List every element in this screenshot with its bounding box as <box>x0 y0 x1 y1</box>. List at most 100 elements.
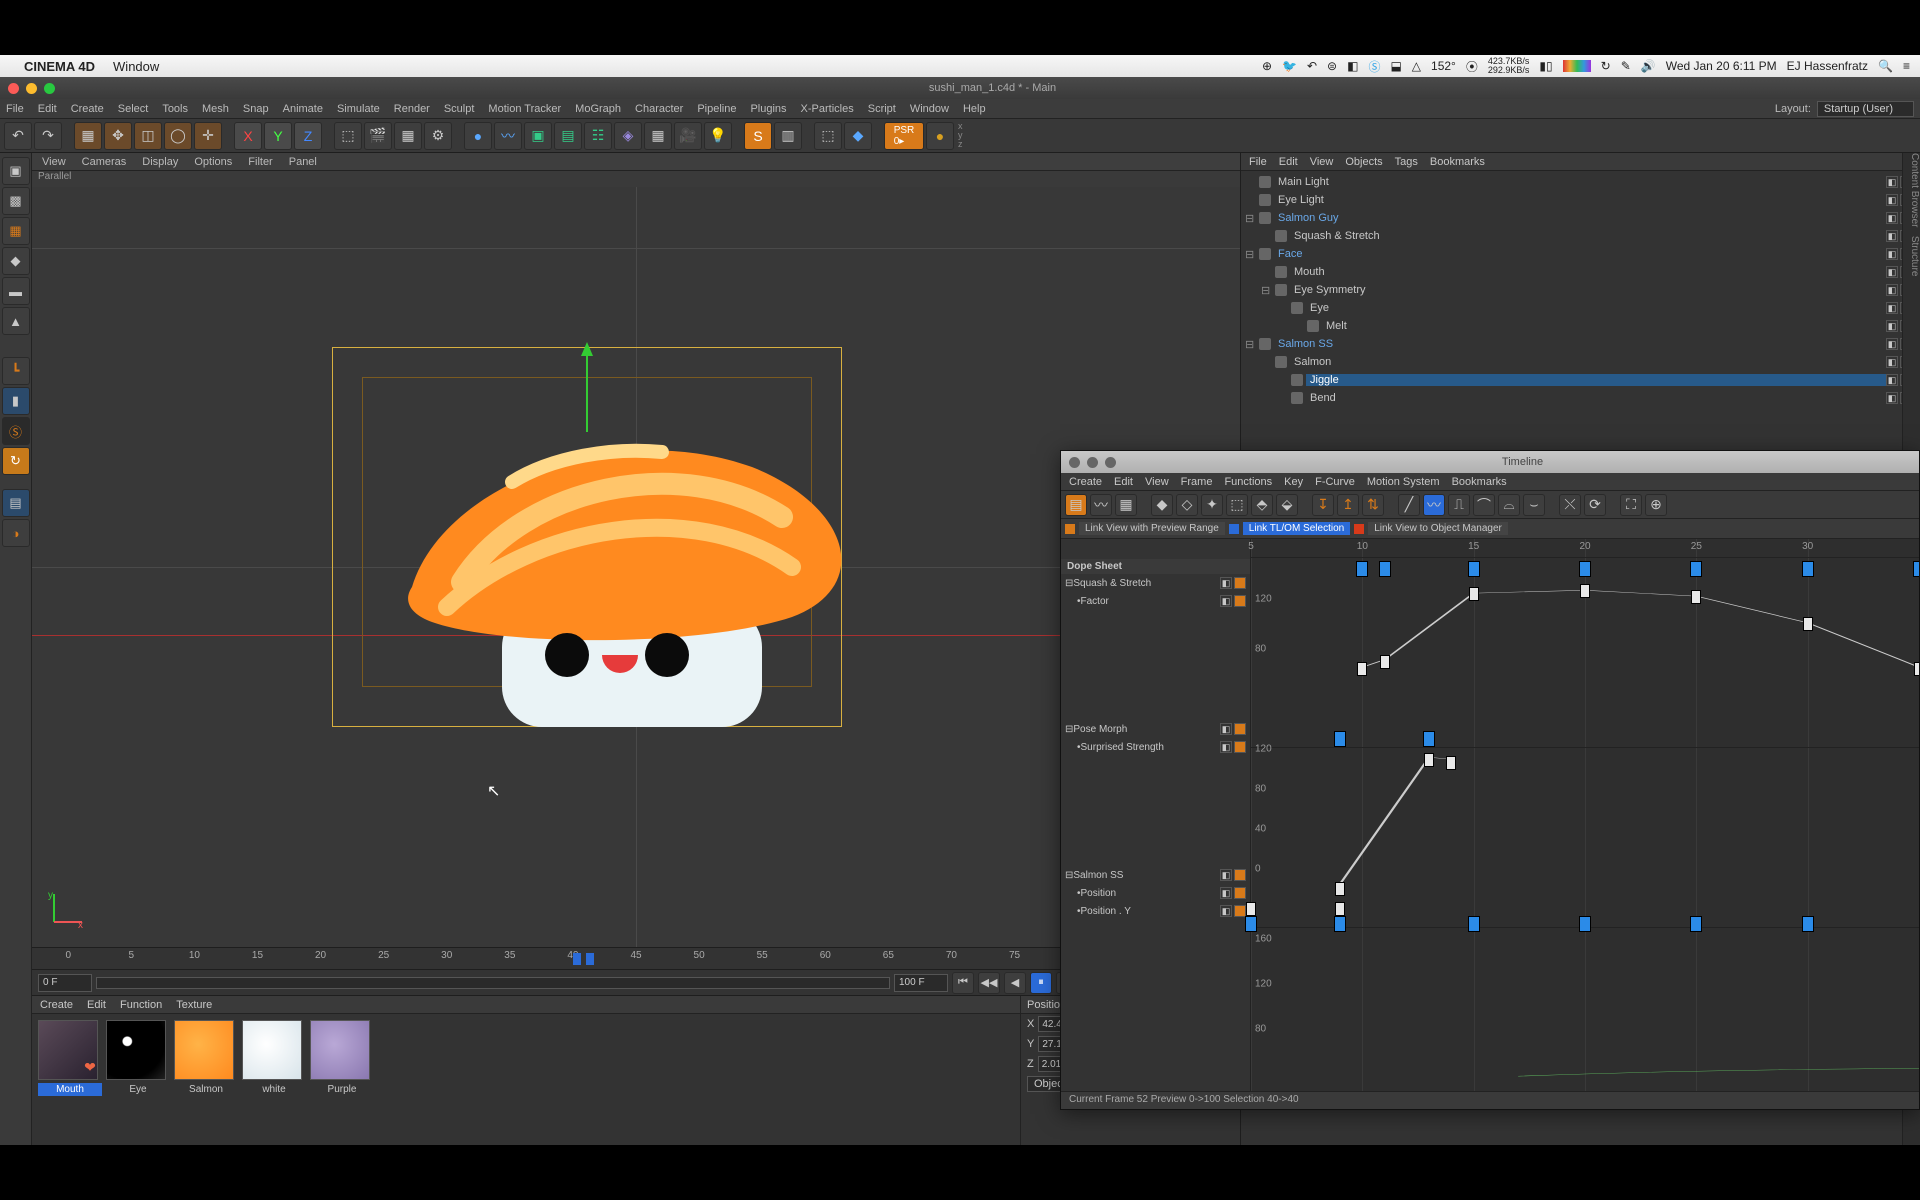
menu-snap[interactable]: Snap <box>243 103 269 115</box>
fcurve-mode[interactable]: 〰 <box>1090 494 1112 516</box>
material-swatch[interactable]: Purple <box>310 1020 374 1139</box>
primitive-sphere[interactable]: ● <box>464 122 492 150</box>
reset-psr[interactable]: ● <box>926 122 954 150</box>
material-swatch[interactable]: Salmon <box>174 1020 238 1139</box>
auto-tangent[interactable]: ⟳ <box>1584 494 1606 516</box>
menu-pipeline[interactable]: Pipeline <box>697 103 736 115</box>
key-tool[interactable]: ◆ <box>1151 494 1173 516</box>
ruler-key[interactable] <box>573 953 581 965</box>
keyframe[interactable] <box>1802 916 1814 932</box>
om-edit[interactable]: Edit <box>1279 156 1298 168</box>
object-row[interactable]: ⊟Eye Symmetry◧✓ <box>1245 281 1916 299</box>
texture-mode[interactable]: ▩ <box>2 187 30 215</box>
menu-motiontracker[interactable]: Motion Tracker <box>488 103 561 115</box>
workplane[interactable]: ◆ <box>844 122 872 150</box>
curve-key[interactable] <box>1380 655 1390 669</box>
material-swatch[interactable]: white <box>242 1020 306 1139</box>
object-row[interactable]: Melt◧✓ <box>1245 317 1916 335</box>
deformer[interactable]: ◈ <box>614 122 642 150</box>
polygon-mode[interactable]: ▲ <box>2 307 30 335</box>
om-bookmarks[interactable]: Bookmarks <box>1430 156 1485 168</box>
om-objects[interactable]: Objects <box>1345 156 1382 168</box>
material-swatch[interactable]: Eye <box>106 1020 170 1139</box>
interp-ease[interactable]: ⌒ <box>1473 494 1495 516</box>
om-tags[interactable]: Tags <box>1395 156 1418 168</box>
interp-ease[interactable]: ⌓ <box>1498 494 1520 516</box>
minimize-icon[interactable] <box>1087 457 1098 468</box>
vp-menu-panel[interactable]: Panel <box>289 156 317 168</box>
motion-mode[interactable]: ▦ <box>1115 494 1137 516</box>
keyframe[interactable] <box>1379 561 1391 577</box>
locked[interactable]: ◑ <box>2 519 30 547</box>
axis-z-toggle[interactable]: Z <box>294 122 322 150</box>
psr-button[interactable]: PSR0▸ <box>884 122 924 150</box>
interp-linear[interactable]: ╱ <box>1398 494 1420 516</box>
mat-menu-function[interactable]: Function <box>120 999 162 1011</box>
menu-animate[interactable]: Animate <box>283 103 323 115</box>
menu-plugins[interactable]: Plugins <box>750 103 786 115</box>
curve-key[interactable] <box>1446 756 1456 770</box>
break-tangent[interactable]: ⤬ <box>1559 494 1581 516</box>
menu-edit[interactable]: Edit <box>38 103 57 115</box>
track-row[interactable]: ⊟ Squash & Stretch◧ <box>1061 574 1250 592</box>
keyframe[interactable] <box>1335 902 1345 916</box>
menu-simulate[interactable]: Simulate <box>337 103 380 115</box>
tangent-tool[interactable]: ↧ <box>1312 494 1334 516</box>
layout-dropdown[interactable]: Startup (User) <box>1817 101 1914 117</box>
scale-tool[interactable]: ◫ <box>134 122 162 150</box>
object-row[interactable]: Bend◧✓ <box>1245 389 1916 407</box>
menu-file[interactable]: File <box>6 103 24 115</box>
object-row[interactable]: Mouth◧✕ <box>1245 263 1916 281</box>
keyframe[interactable] <box>1356 561 1368 577</box>
keyframe[interactable] <box>1802 561 1814 577</box>
close-icon[interactable] <box>8 83 19 94</box>
dopesheet-mode[interactable]: ▤ <box>1065 494 1087 516</box>
tangent-tool[interactable]: ↥ <box>1337 494 1359 516</box>
track-row[interactable]: • Position◧ <box>1061 884 1250 902</box>
link-preview[interactable]: Link View with Preview Range <box>1079 522 1225 535</box>
spotlight-icon[interactable]: 🔍 <box>1878 59 1893 73</box>
key-tool[interactable]: ◇ <box>1176 494 1198 516</box>
keyframe[interactable] <box>1468 916 1480 932</box>
curve-key[interactable] <box>1357 662 1367 676</box>
tangent-tool[interactable]: ⇅ <box>1362 494 1384 516</box>
range-slider[interactable] <box>96 977 890 989</box>
interp-ease[interactable]: ⌣ <box>1523 494 1545 516</box>
menu-select[interactable]: Select <box>118 103 149 115</box>
track-row[interactable]: • Surprised Strength◧ <box>1061 738 1250 756</box>
link-om[interactable]: Link View to Object Manager <box>1368 522 1508 535</box>
keyframe[interactable] <box>1334 731 1346 747</box>
keyframe[interactable] <box>1913 561 1919 577</box>
curve-key[interactable] <box>1424 753 1434 767</box>
minimize-icon[interactable] <box>26 83 37 94</box>
coord-system[interactable]: ⬚ <box>334 122 362 150</box>
object-row[interactable]: ⊟Salmon Guy◧✓ <box>1245 209 1916 227</box>
xp-emitter[interactable]: ▥ <box>774 122 802 150</box>
frame-end-field[interactable] <box>894 974 948 992</box>
vp-menu-options[interactable]: Options <box>194 156 232 168</box>
object-row[interactable]: ⊟Face◧✓ <box>1245 245 1916 263</box>
tl-menu-edit[interactable]: Edit <box>1114 476 1133 488</box>
track-row[interactable]: • Position . Y◧ <box>1061 902 1250 920</box>
timeline-ruler[interactable]: 051015202530354045505560657075808590 <box>32 947 1240 969</box>
keyframe[interactable] <box>1690 561 1702 577</box>
vp-menu-cameras[interactable]: Cameras <box>82 156 127 168</box>
user-name[interactable]: EJ Hassenfratz <box>1787 59 1868 73</box>
last-tool[interactable]: ✛ <box>194 122 222 150</box>
undo-button[interactable]: ↶ <box>4 122 32 150</box>
ruler-key[interactable] <box>586 953 594 965</box>
environment[interactable]: ▦ <box>644 122 672 150</box>
object-row[interactable]: Jiggle◧✓ <box>1245 371 1916 389</box>
keyframe[interactable] <box>1245 916 1257 932</box>
tl-menu-key[interactable]: Key <box>1284 476 1303 488</box>
menu-mograph[interactable]: MoGraph <box>575 103 621 115</box>
om-view[interactable]: View <box>1310 156 1334 168</box>
key-tool[interactable]: ⬙ <box>1276 494 1298 516</box>
select-tool[interactable]: ▦ <box>74 122 102 150</box>
keyframe[interactable] <box>1423 731 1435 747</box>
tl-menu-fcurve[interactable]: F-Curve <box>1315 476 1355 488</box>
viewport[interactable]: y x ↖ <box>32 187 1240 947</box>
mat-menu-texture[interactable]: Texture <box>176 999 212 1011</box>
generator[interactable]: ☷ <box>584 122 612 150</box>
xp-system[interactable]: S <box>744 122 772 150</box>
